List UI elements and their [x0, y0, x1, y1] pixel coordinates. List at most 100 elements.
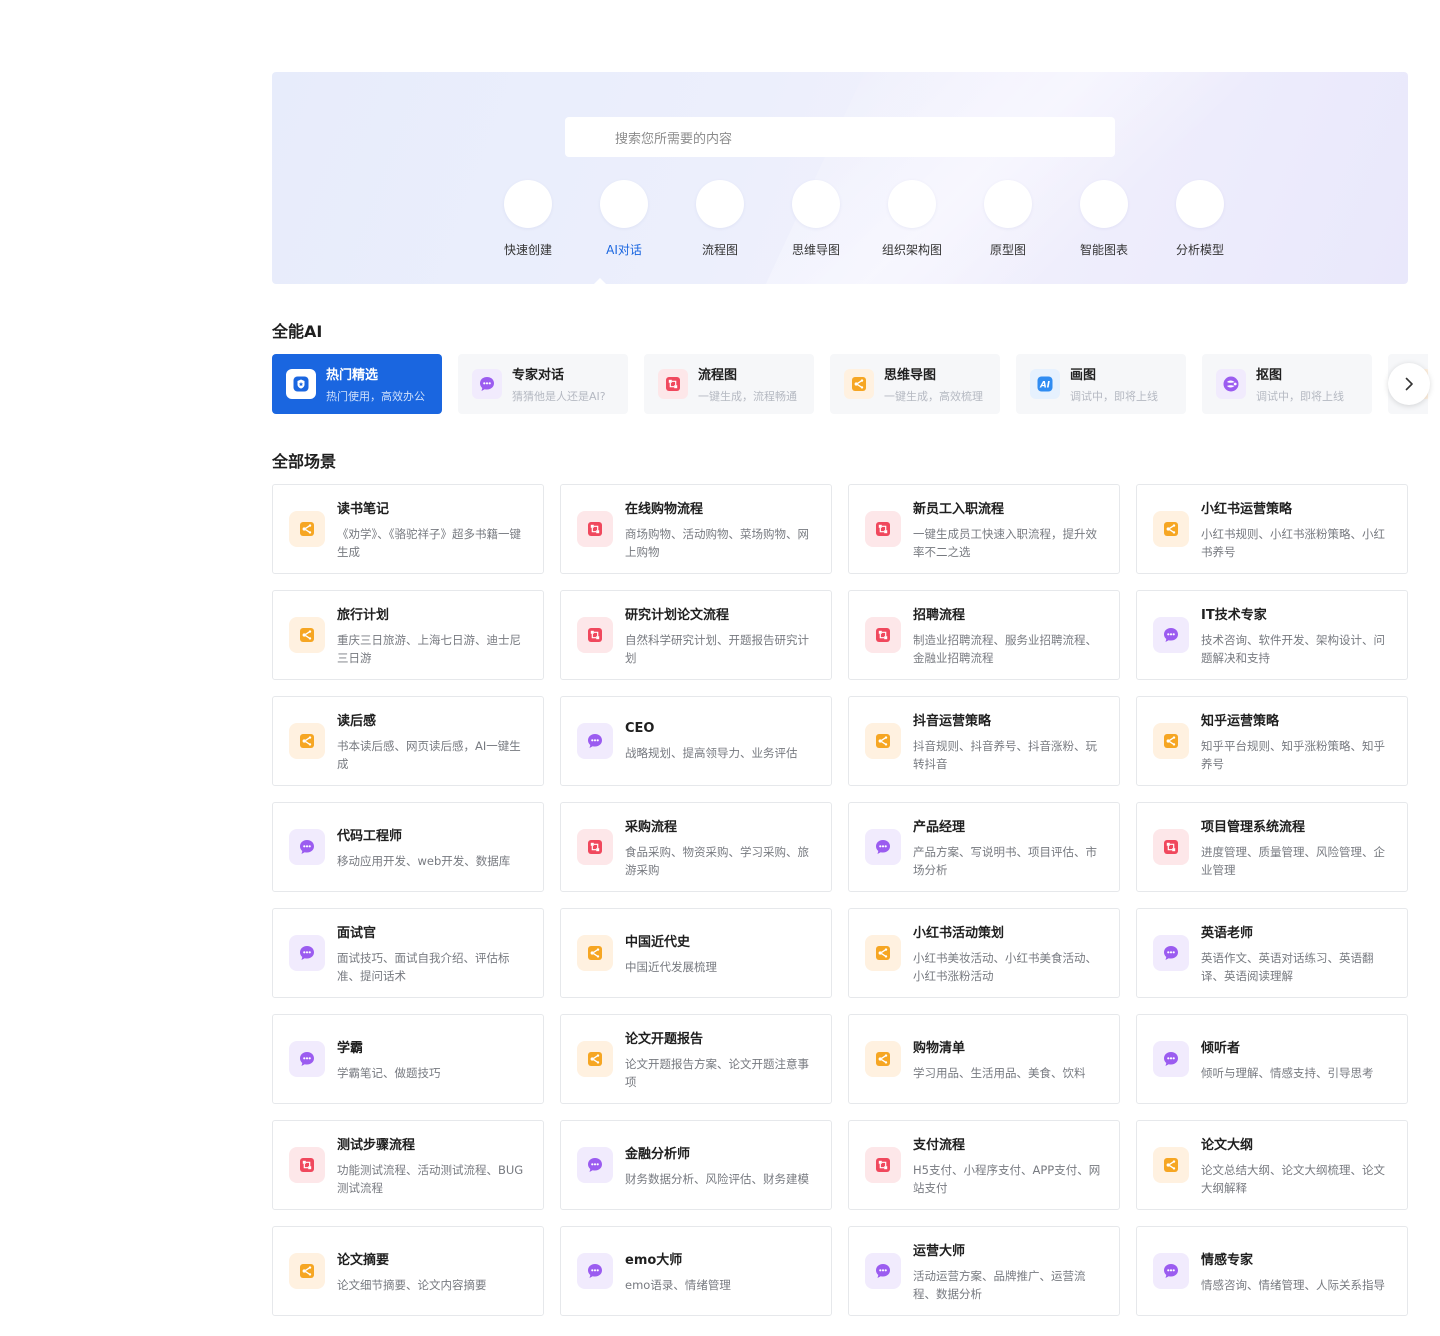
- mindmap-icon: [1153, 511, 1189, 547]
- scene-card[interactable]: 研究计划论文流程自然科学研究计划、开题报告研究计划: [560, 590, 832, 680]
- mindmap-icon: [289, 723, 325, 759]
- tab-texts: 流程图 一键生成，流程畅通: [698, 364, 797, 404]
- scene-desc: 小红书规则、小红书涨粉策略、小红书养号: [1201, 526, 1385, 559]
- scene-title: 学霸: [337, 1040, 364, 1056]
- tool-item[interactable]: 分析模型: [1152, 180, 1248, 258]
- tab-desc: 热门使用，高效办公: [326, 390, 425, 403]
- scene-desc: 财务数据分析、风险评估、财务建模: [625, 1171, 809, 1186]
- scene-title: 支付流程: [913, 1137, 966, 1153]
- scene-title: 倾听者: [1201, 1040, 1241, 1056]
- tab-title: 画图: [1070, 368, 1097, 383]
- chat-icon: [1153, 1041, 1189, 1077]
- scene-card[interactable]: 产品经理 产品方案、写说明书、项目评估、市场分析: [848, 802, 1120, 892]
- tool-item[interactable]: 流程图: [672, 180, 768, 258]
- scene-desc: 书本读后感、网页读后感，AI一键生成: [337, 738, 521, 771]
- scene-texts: 读后感 书本读后感、网页读后感，AI一键生成: [337, 710, 529, 773]
- scene-texts: 小红书活动策划 小红书美妆活动、小红书美食活动、小红书涨粉活动: [913, 922, 1105, 985]
- scene-title: 面试官: [337, 925, 377, 941]
- scene-card[interactable]: 旅行计划 重庆三日旅游、上海七日游、迪士尼三日游: [272, 590, 544, 680]
- scene-title: 产品经理: [913, 819, 966, 835]
- scene-card[interactable]: 小红书活动策划 小红书美妆活动、小红书美食活动、小红书涨粉活动: [848, 908, 1120, 998]
- mindmap-icon: [865, 723, 901, 759]
- scene-card[interactable]: 情感专家 情感咨询、情绪管理、人际关系指导: [1136, 1226, 1408, 1316]
- ai-tab[interactable]: 专家对话 猜猜他是人还是AI?: [458, 354, 628, 414]
- tool-item[interactable]: AI对话: [576, 180, 672, 258]
- mindmap-icon: [289, 511, 325, 547]
- scene-card[interactable]: emo大师 emo语录、情绪管理: [560, 1226, 832, 1316]
- ai-tab[interactable]: 流程图 一键生成，流程畅通: [644, 354, 814, 414]
- scene-card[interactable]: 购物清单 学习用品、生活用品、美食、饮料: [848, 1014, 1120, 1104]
- scene-title: emo大师: [625, 1252, 683, 1268]
- tool-icon: [888, 180, 936, 228]
- svg-text:AI: AI: [1039, 381, 1050, 391]
- ai-tab[interactable]: 抠图调试中，即将上线: [1202, 354, 1372, 414]
- tool-item[interactable]: 智能图表: [1056, 180, 1152, 258]
- scene-title: CEO: [625, 720, 655, 736]
- chat-icon: [1153, 617, 1189, 653]
- scene-texts: 小红书运营策略 小红书规则、小红书涨粉策略、小红书养号: [1201, 498, 1393, 561]
- tool-label: 原型图: [989, 243, 1026, 257]
- scene-card[interactable]: 学霸 学霸笔记、做题技巧: [272, 1014, 544, 1104]
- scene-card[interactable]: 招聘流程 制造业招聘流程、服务业招聘流程、金融业招聘流程: [848, 590, 1120, 680]
- scene-title: 代码工程师: [337, 828, 403, 844]
- scene-card[interactable]: 论文大纲 论文总结大纲、论文大纲梳理、论文大纲解释: [1136, 1120, 1408, 1210]
- scene-title: 研究计划论文流程: [625, 607, 730, 623]
- scene-card[interactable]: CEO 战略规划、提高领导力、业务评估: [560, 696, 832, 786]
- scene-card[interactable]: 读后感 书本读后感、网页读后感，AI一键生成: [272, 696, 544, 786]
- tool-label: 思维导图: [791, 243, 840, 257]
- search-input[interactable]: 搜索您所需要的内容: [565, 117, 1115, 157]
- scene-card[interactable]: 论文摘要 论文细节摘要、论文内容摘要: [272, 1226, 544, 1316]
- ai-tab[interactable]: 热门精选 热门使用，高效办公: [272, 354, 442, 414]
- scene-desc: 重庆三日旅游、上海七日游、迪士尼三日游: [337, 632, 521, 665]
- scene-card[interactable]: 新员工入职流程 一键生成员工快速入职流程，提升效率不二之选: [848, 484, 1120, 574]
- scene-desc: 知乎平台规则、知乎涨粉策略、知乎养号: [1201, 738, 1385, 771]
- tool-icon: [600, 180, 648, 228]
- scene-desc: 论文总结大纲、论文大纲梳理、论文大纲解释: [1201, 1162, 1385, 1195]
- tool-label: AI对话: [606, 243, 642, 257]
- scene-desc: 小红书美妆活动、小红书美食活动、小红书涨粉活动: [913, 950, 1097, 983]
- scene-card[interactable]: IT技术专家 技术咨询、软件开发、架构设计、问题解决和支持: [1136, 590, 1408, 680]
- ai-tab[interactable]: AI 画图 调试中，即将上线: [1016, 354, 1186, 414]
- tool-item[interactable]: 原型图: [960, 180, 1056, 258]
- scene-card[interactable]: 支付流程 H5支付、小程序支付、APP支付、网站支付: [848, 1120, 1120, 1210]
- scene-title: 抖音运营策略: [913, 713, 992, 729]
- scene-card[interactable]: 英语老师 英语作文、英语对话练习、英语翻译、英语阅读理解: [1136, 908, 1408, 998]
- tab-desc: 调试中，即将上线: [1256, 390, 1344, 403]
- scene-texts: 招聘流程 制造业招聘流程、服务业招聘流程、金融业招聘流程: [913, 604, 1105, 667]
- mindmap-icon: [865, 1041, 901, 1077]
- scene-card[interactable]: 金融分析师 财务数据分析、风险评估、财务建模: [560, 1120, 832, 1210]
- scene-card[interactable]: 面试官 面试技巧、面试自我介绍、评估标准、提问话术: [272, 908, 544, 998]
- tool-item[interactable]: 思维导图: [768, 180, 864, 258]
- scene-grid: 读书笔记 《劝学》、《骆驼祥子》超多书籍一键生成 在线购物流程 商场购物、活动购物、菜…: [272, 484, 1408, 1316]
- scene-card[interactable]: 运营大师 活动运营方案、品牌推广、运营流程、数据分析: [848, 1226, 1120, 1316]
- scene-card[interactable]: 中国近代史 中国近代发展梳理: [560, 908, 832, 998]
- scene-texts: 学霸 学霸笔记、做题技巧: [337, 1037, 529, 1082]
- scene-card[interactable]: 采购流程 食品采购、物资采购、学习采购、旅游采购: [560, 802, 832, 892]
- scene-card[interactable]: 倾听者 倾听与理解、情感支持、引导思考: [1136, 1014, 1408, 1104]
- scene-card[interactable]: 在线购物流程 商场购物、活动购物、菜场购物、网上购物: [560, 484, 832, 574]
- scene-desc: 活动运营方案、品牌推广、运营流程、数据分析: [913, 1268, 1086, 1301]
- scene-desc: 自然科学研究计划、开题报告研究计划: [625, 632, 809, 665]
- scene-card[interactable]: 论文开题报告 论文开题报告方案、论文开题注意事项: [560, 1014, 832, 1104]
- scene-card[interactable]: 测试步骤流程 功能测试流程、活动测试流程、BUG测试流程: [272, 1120, 544, 1210]
- scene-card[interactable]: 项目管理系统流程 进度管理、质量管理、风险管理、企业管理: [1136, 802, 1408, 892]
- scene-desc: 移动应用开发、web开发、数据库: [337, 853, 511, 868]
- tab-title: 抠图: [1256, 368, 1283, 383]
- scene-title: 项目管理系统流程: [1201, 819, 1306, 835]
- scene-card[interactable]: 读书笔记 《劝学》、《骆驼祥子》超多书籍一键生成: [272, 484, 544, 574]
- mindmap-icon: [865, 935, 901, 971]
- scene-card[interactable]: 代码工程师移动应用开发、web开发、数据库: [272, 802, 544, 892]
- tabs-next-button[interactable]: [1388, 363, 1430, 405]
- scene-texts: 知乎运营策略 知乎平台规则、知乎涨粉策略、知乎养号: [1201, 710, 1393, 773]
- mindmap-icon: [289, 617, 325, 653]
- chat-icon: [289, 1041, 325, 1077]
- tool-item[interactable]: 组织架构图: [864, 180, 960, 258]
- scene-card[interactable]: 抖音运营策略 抖音规则、抖音养号、抖音涨粉、玩转抖音: [848, 696, 1120, 786]
- scene-title: 读书笔记: [337, 501, 390, 517]
- scene-desc: 功能测试流程、活动测试流程、BUG测试流程: [337, 1162, 524, 1195]
- tool-bar: 快速创建 AI对话 流程图 思维导图 组织架构图 原型图 智能图表 分析模型: [480, 180, 1248, 258]
- scene-card[interactable]: 知乎运营策略 知乎平台规则、知乎涨粉策略、知乎养号: [1136, 696, 1408, 786]
- tool-item[interactable]: 快速创建: [480, 180, 576, 258]
- ai-tab[interactable]: 思维导图 一键生成，高效梳理: [830, 354, 1000, 414]
- scene-card[interactable]: 小红书运营策略 小红书规则、小红书涨粉策略、小红书养号: [1136, 484, 1408, 574]
